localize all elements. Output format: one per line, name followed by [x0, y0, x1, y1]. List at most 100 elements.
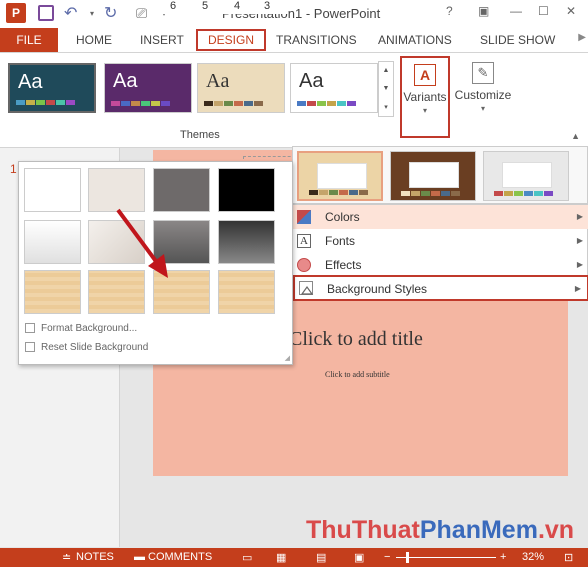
title-placeholder-text: Click to add title	[289, 328, 423, 350]
variants-label: Variants	[403, 90, 447, 104]
undo-icon[interactable]: ↶	[64, 3, 77, 23]
maximize-icon[interactable]: ☐	[538, 4, 549, 18]
submenu-arrow-icon: ▶	[576, 260, 583, 269]
color-strip	[111, 101, 170, 106]
zoom-in-button[interactable]: +	[500, 551, 506, 563]
submenu-arrow-icon: ▶	[574, 284, 581, 293]
theme-sample-text: Aa	[299, 70, 324, 92]
more-themes-icon[interactable]: ▾	[384, 103, 388, 111]
undo-dropdown-icon[interactable]: ▾	[90, 3, 94, 23]
reset-background-label: Reset Slide Background	[41, 342, 149, 353]
themes-group-label: Themes	[180, 129, 220, 141]
ruler-tick-label: 5	[202, 0, 209, 12]
tab-home[interactable]: HOME	[76, 28, 112, 52]
comments-button[interactable]: COMMENTS	[148, 551, 212, 563]
collapse-ribbon-icon[interactable]: ▲	[571, 131, 580, 141]
zoom-out-button[interactable]: −	[384, 551, 390, 563]
ruler-tick-label: 3	[264, 0, 271, 12]
fonts-icon: A	[297, 234, 311, 248]
menu-item-label: Fonts	[325, 234, 356, 248]
background-style-swatch[interactable]	[24, 168, 81, 212]
variants-gallery	[292, 146, 588, 204]
color-strip	[309, 190, 368, 195]
theme-sample-text: Aa	[18, 71, 43, 93]
slide-number: 1	[10, 162, 17, 176]
close-icon[interactable]: ✕	[566, 4, 576, 18]
menu-item-label: Colors	[325, 210, 360, 224]
submenu-arrow-icon: ▶	[576, 236, 583, 245]
ruler-tick-label: 6	[170, 0, 177, 12]
themes-gallery-scroll[interactable]: ▲ ▼ ▾	[378, 61, 394, 117]
color-strip	[297, 101, 356, 106]
slide-sorter-icon[interactable]: ▦	[276, 551, 286, 564]
ribbon-tabs: FILE HOME INSERT DESIGN TRANSITIONS ANIM…	[0, 28, 588, 52]
menu-item-background-styles[interactable]: Background Styles ▶	[293, 275, 588, 301]
variants-button[interactable]: A Variants ▾	[400, 56, 450, 138]
theme-sample-text: Aa	[113, 70, 138, 92]
theme-thumbnail[interactable]: Aa	[104, 63, 192, 113]
theme-thumbnail[interactable]: Aa	[197, 63, 285, 113]
background-style-swatch[interactable]	[218, 270, 275, 314]
chevron-down-icon: ▾	[422, 106, 427, 115]
menu-item-colors[interactable]: Colors ▶	[293, 205, 588, 229]
chevron-down-icon: ▾	[480, 104, 485, 113]
variant-thumbnail[interactable]	[297, 151, 383, 201]
menu-item-label: Background Styles	[327, 282, 428, 296]
menu-item-label: Effects	[325, 258, 362, 272]
variants-icon: A	[414, 64, 436, 86]
theme-thumbnail[interactable]: Aa	[8, 63, 96, 113]
subtitle-placeholder-text: Click to add subtitle	[325, 370, 390, 379]
variant-thumbnail[interactable]	[390, 151, 476, 201]
annotation-arrow-icon	[116, 208, 168, 278]
background-style-swatch[interactable]	[218, 220, 275, 264]
tab-file[interactable]: FILE	[0, 28, 58, 52]
horizontal-ruler: 6 5 4 3	[150, 0, 288, 14]
theme-thumbnail[interactable]: Aa	[290, 63, 378, 113]
customize-label: Customize	[454, 88, 512, 102]
tab-animations[interactable]: ANIMATIONS	[378, 28, 452, 52]
scroll-tabs-icon[interactable]: ▶	[578, 32, 586, 43]
present-from-beginning-icon[interactable]: ⎚	[136, 3, 147, 23]
fit-slide-icon[interactable]: ⊡	[564, 551, 573, 564]
watermark-logo: ThuThuatPhanMem.vn	[306, 516, 575, 544]
scroll-down-icon[interactable]: ▼	[383, 85, 390, 92]
zoom-level[interactable]: 32%	[522, 551, 544, 563]
powerpoint-app-icon[interactable]: P	[6, 3, 26, 23]
variants-menu: Colors ▶ A Fonts ▶ Effects ▶ Background …	[292, 204, 588, 301]
background-styles-icon	[299, 281, 314, 295]
zoom-slider-track[interactable]	[396, 557, 496, 558]
comments-icon: ▬	[134, 551, 145, 563]
reading-view-icon[interactable]: ▤	[316, 551, 326, 564]
reset-slide-background-item[interactable]: Reset Slide Background	[25, 341, 148, 355]
tab-slide-show[interactable]: SLIDE SHOW	[480, 28, 555, 52]
customize-button[interactable]: ✎ Customize ▾	[454, 56, 512, 138]
variant-inner	[502, 162, 552, 188]
slide-show-icon[interactable]: ▣	[354, 551, 364, 564]
colors-icon	[297, 210, 311, 224]
menu-item-effects[interactable]: Effects ▶	[293, 253, 588, 277]
help-icon[interactable]: ?	[446, 4, 453, 18]
tab-insert[interactable]: INSERT	[140, 28, 184, 52]
normal-view-icon[interactable]: ▭	[242, 551, 252, 564]
tab-design[interactable]: DESIGN	[196, 29, 267, 51]
zoom-slider-thumb[interactable]	[406, 552, 409, 563]
redo-icon[interactable]: ↻	[104, 3, 117, 23]
background-style-swatch[interactable]	[24, 220, 81, 264]
background-style-swatch[interactable]	[24, 270, 81, 314]
tab-transitions[interactable]: TRANSITIONS	[276, 28, 357, 52]
status-bar: ≐ NOTES ▬ COMMENTS ▭ ▦ ▤ ▣ − + 32% ⊡	[0, 548, 588, 567]
notes-button[interactable]: NOTES	[76, 551, 114, 563]
design-ribbon: Aa Aa Aa Aa ▲ ▼ ▾ Themes A Variants ▾ ✎ …	[0, 52, 588, 148]
minimize-icon[interactable]: —	[510, 4, 522, 18]
ribbon-display-options-icon[interactable]: ▣	[478, 4, 489, 18]
menu-item-fonts[interactable]: A Fonts ▶	[293, 229, 588, 253]
scroll-up-icon[interactable]: ▲	[383, 67, 390, 74]
reset-background-icon	[25, 342, 35, 353]
background-style-swatch[interactable]	[218, 168, 275, 212]
save-icon[interactable]	[38, 5, 54, 21]
resize-grip-icon[interactable]: ◢	[285, 354, 290, 362]
format-background-item[interactable]: Format Background...	[25, 322, 137, 336]
variant-inner	[409, 162, 459, 188]
variant-inner	[317, 163, 367, 189]
variant-thumbnail[interactable]	[483, 151, 569, 201]
